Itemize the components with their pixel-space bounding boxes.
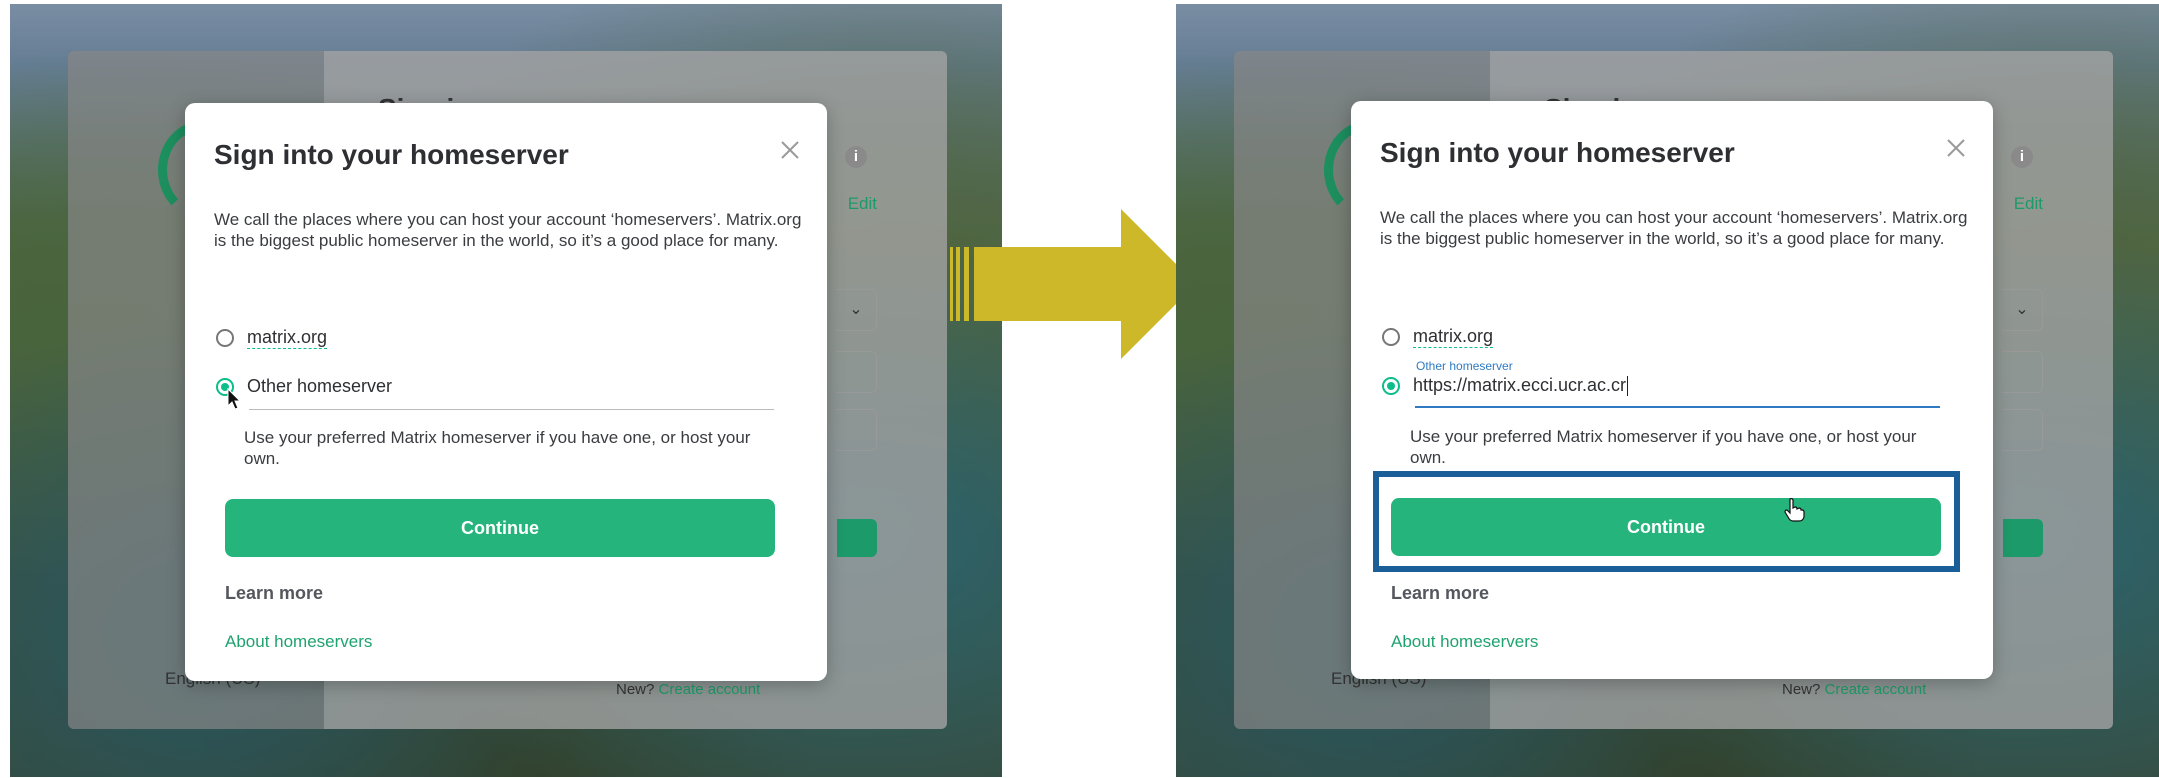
edit-homeserver-link[interactable]: Edit — [2014, 194, 2043, 214]
chevron-down-icon[interactable]: ⌄ — [2002, 289, 2043, 331]
radio-matrix-org[interactable]: matrix.org — [216, 327, 328, 349]
about-homeservers-link[interactable]: About homeservers — [225, 632, 372, 652]
info-icon[interactable]: i — [845, 146, 867, 168]
radio-other-homeserver[interactable]: https://matrix.ecci.ucr.ac.cr — [1382, 375, 1629, 396]
radio-label: matrix.org — [247, 327, 328, 349]
dialog-description: We call the places where you can host yo… — [1380, 208, 1968, 248]
homeserver-hint: Use your preferred Matrix homeserver if … — [1410, 427, 1917, 467]
chevron-down-icon[interactable]: ⌄ — [836, 289, 877, 331]
homeserver-field-underline — [249, 409, 774, 410]
homeserver-hint: Use your preferred Matrix homeserver if … — [244, 428, 751, 468]
pointer-cursor-icon — [227, 388, 242, 410]
new-label: New? — [616, 681, 655, 698]
radio-button[interactable] — [1382, 328, 1400, 346]
after-screenshot: Sign i i Edit ⌄ English (US) New? Create… — [1176, 4, 2159, 777]
dialog-title: Sign into your homeserver — [214, 139, 569, 170]
create-account-link[interactable]: Create account — [659, 681, 761, 698]
new-label: New? — [1782, 681, 1821, 698]
radio-button-selected[interactable] — [1382, 376, 1400, 395]
radio-matrix-org[interactable]: matrix.org — [1382, 326, 1494, 348]
password-field-edge[interactable] — [2002, 409, 2043, 451]
continue-button[interactable]: Continue — [225, 499, 775, 557]
dialog-title: Sign into your homeserver — [1380, 137, 1735, 168]
edit-homeserver-link[interactable]: Edit — [848, 194, 877, 214]
radio-label: matrix.org — [1413, 326, 1494, 348]
homeserver-dialog: Sign into your homeserver We call the pl… — [1351, 101, 1993, 679]
username-field-edge[interactable] — [2002, 351, 2043, 393]
learn-more-heading: Learn more — [225, 583, 324, 603]
text-caret — [1627, 375, 1629, 396]
close-icon[interactable] — [1945, 137, 1967, 159]
learn-more-heading: Learn more — [1391, 583, 1490, 603]
info-icon[interactable]: i — [2011, 146, 2033, 168]
dialog-description: We call the places where you can host yo… — [214, 210, 802, 250]
password-field-edge[interactable] — [836, 409, 877, 451]
close-icon[interactable] — [779, 139, 801, 161]
new-account-line: New? Create account — [616, 681, 760, 698]
username-field-edge[interactable] — [836, 351, 877, 393]
new-account-line: New? Create account — [1782, 681, 1926, 698]
radio-label: Other homeserver — [247, 376, 393, 396]
homeserver-field-label: Other homeserver — [1416, 359, 1513, 373]
homeserver-dialog: Sign into your homeserver We call the pl… — [185, 103, 827, 681]
create-account-link[interactable]: Create account — [1825, 681, 1927, 698]
continue-highlight-box — [1373, 471, 1960, 572]
right-arrow-icon — [950, 209, 1196, 359]
radio-button[interactable] — [216, 329, 234, 347]
homeserver-field-underline — [1415, 406, 1940, 408]
homeserver-url-input[interactable]: https://matrix.ecci.ucr.ac.cr — [1413, 375, 1626, 396]
before-screenshot: Sign i i Edit ⌄ English (US) New? Create… — [10, 4, 1002, 777]
sign-in-button-edge[interactable] — [837, 519, 877, 557]
sign-in-button-edge[interactable] — [2003, 519, 2043, 557]
about-homeservers-link[interactable]: About homeservers — [1391, 632, 1538, 652]
